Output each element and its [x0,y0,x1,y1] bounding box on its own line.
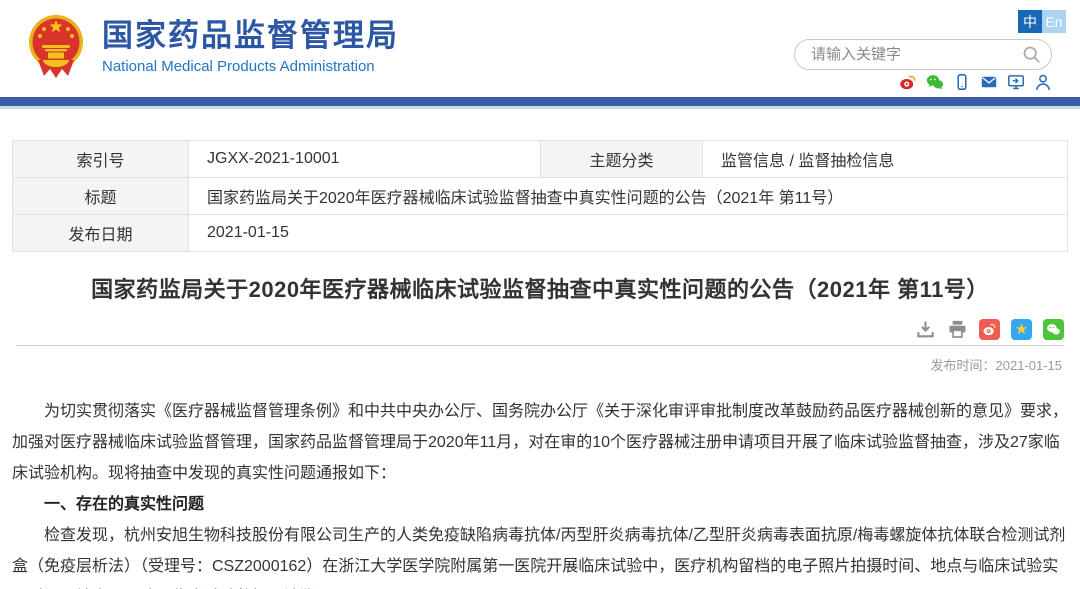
paragraph-intro: 为切实贯彻落实《医疗器械监督管理条例》和中共中央办公厅、国务院办公厅《关于深化审… [12,396,1068,489]
search-box [794,39,1052,70]
wechat-icon[interactable] [926,73,944,91]
article-headline: 国家药监局关于2020年医疗器械临床试验监督抽查中真实性问题的公告（2021年 … [12,272,1068,304]
article-action-bar: ★ [12,319,1068,340]
mail-icon[interactable] [980,73,998,91]
site-title-cn: 国家药品监督管理局 [102,18,399,54]
share-weibo-icon[interactable] [979,319,1000,340]
publish-time: 发布时间：2021-01-15 [12,355,1068,374]
nmpa-announcement-page: 国家药品监督管理局 National Medical Products Admi… [0,0,1080,589]
search-icon[interactable] [1022,45,1041,64]
table-row: 标题 国家药监局关于2020年医疗器械临床试验监督抽查中真实性问题的公告（202… [13,178,1068,215]
screen-share-icon[interactable] [1007,73,1025,91]
table-row: 发布日期 2021-01-15 [13,215,1068,252]
meta-value-index: JGXX-2021-10001 [189,141,541,178]
headline-divider [16,345,1064,346]
publish-time-value: 2021-01-15 [996,358,1063,373]
download-icon[interactable] [915,319,936,340]
header-divider-bar [0,97,1080,106]
social-icon-row [899,73,1052,91]
print-icon[interactable] [947,319,968,340]
site-header: 国家药品监督管理局 National Medical Products Admi… [0,0,1080,97]
header-divider-bar-light [0,106,1080,109]
lang-toggle-cn[interactable]: 中 [1018,10,1042,33]
meta-label-category: 主题分类 [541,141,703,178]
search-input[interactable] [811,46,1022,63]
table-row: 索引号 JGXX-2021-10001 主题分类 监管信息 / 监督抽检信息 [13,141,1068,178]
meta-value-category: 监管信息 / 监督抽检信息 [703,141,1068,178]
language-toggle: 中 En [1018,10,1066,33]
user-icon[interactable] [1034,73,1052,91]
mobile-icon[interactable] [953,73,971,91]
paragraph-findings: 检查发现，杭州安旭生物科技股份有限公司生产的人类免疫缺陷病毒抗体/丙型肝炎病毒抗… [12,520,1068,589]
document-meta-table: 索引号 JGXX-2021-10001 主题分类 监管信息 / 监督抽检信息 标… [12,140,1068,252]
national-emblem-logo [24,12,88,80]
weibo-icon[interactable] [899,73,917,91]
main-content: 索引号 JGXX-2021-10001 主题分类 监管信息 / 监督抽检信息 标… [0,140,1080,589]
meta-label-index: 索引号 [13,141,189,178]
meta-label-title: 标题 [13,178,189,215]
site-title-en: National Medical Products Administration [102,58,399,75]
meta-value-date: 2021-01-15 [189,215,1068,252]
share-qzone-icon[interactable]: ★ [1011,319,1032,340]
site-brand[interactable]: 国家药品监督管理局 National Medical Products Admi… [24,12,399,80]
site-title-block: 国家药品监督管理局 National Medical Products Admi… [102,18,399,75]
meta-value-title: 国家药监局关于2020年医疗器械临床试验监督抽查中真实性问题的公告（2021年 … [189,178,1068,215]
publish-time-label: 发布时间： [930,358,995,373]
article-body: 为切实贯彻落实《医疗器械监督管理条例》和中共中央办公厅、国务院办公厅《关于深化审… [12,396,1068,589]
meta-label-date: 发布日期 [13,215,189,252]
lang-toggle-en[interactable]: En [1042,10,1066,33]
share-wechat-icon[interactable] [1043,319,1064,340]
section-heading-1: 一、存在的真实性问题 [12,489,1068,520]
